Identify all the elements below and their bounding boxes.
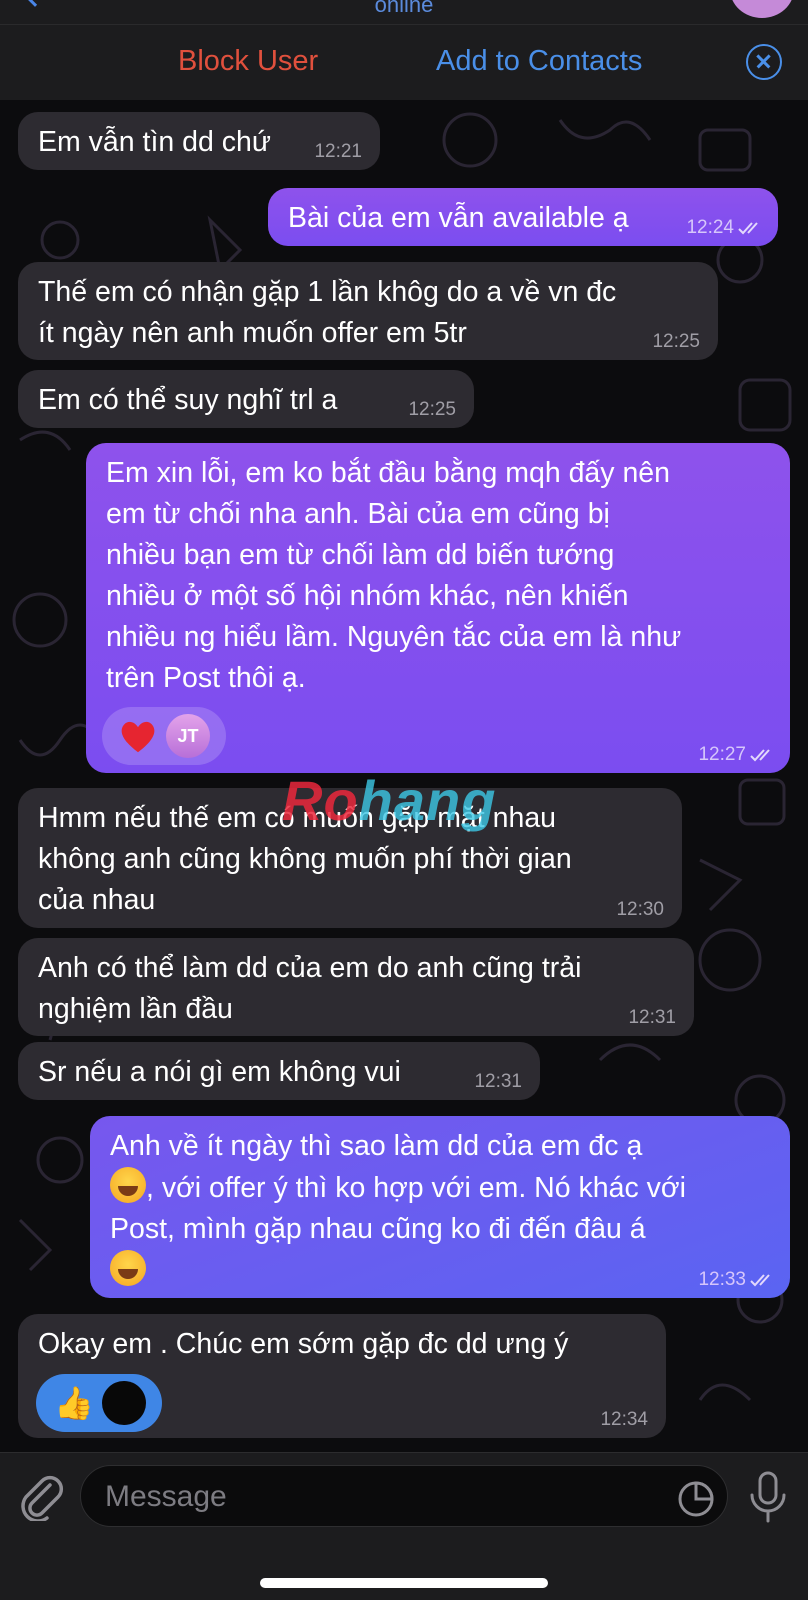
laughing-emoji-icon <box>110 1250 146 1286</box>
message-text: Sr nếu a nói gì em không vui <box>38 1056 401 1088</box>
chat-header: online Block User Add to Contacts <box>0 0 808 100</box>
message-line-with-emoji: , với offer ý thì ko hợp với em. Nó khác… <box>110 1167 770 1209</box>
watermark-part2: hang <box>358 769 497 832</box>
message-time: 12:31 <box>474 1071 522 1092</box>
message-time-value: 12:33 <box>698 1269 746 1290</box>
reaction-chip[interactable]: JT <box>102 707 226 765</box>
message-input[interactable]: Message <box>80 1465 728 1527</box>
home-indicator[interactable] <box>260 1578 548 1588</box>
message-line: của nhau <box>38 884 156 916</box>
message-line: Em xin lỗi, em ko bắt đầu bằng mqh đấy n… <box>106 457 671 489</box>
watermark-logo: Rohang <box>282 768 496 833</box>
message-time-value: 12:24 <box>686 217 734 238</box>
heart-icon <box>121 721 155 753</box>
message-bubble[interactable]: Bài của em vẫn available ạ 12:24 <box>268 188 778 246</box>
paperclip-icon[interactable] <box>18 1471 64 1521</box>
laughing-emoji-icon <box>110 1167 146 1203</box>
message-line: Post, mình gặp nhau cũng ko đi đến đâu á <box>110 1213 646 1245</box>
message-text: Em có thể suy nghĩ trl a <box>38 384 338 416</box>
message-bubble[interactable]: Thế em có nhận gặp 1 lần khôg do a về vn… <box>18 262 718 360</box>
message-time: 12:25 <box>408 399 456 420</box>
message-line: trên Post thôi ạ. <box>106 662 306 694</box>
message-line: Anh về ít ngày thì sao làm dd của em đc … <box>110 1130 643 1162</box>
read-check-icon <box>750 748 774 762</box>
message-text: Okay em . Chúc em sớm gặp đc dd ưng ý <box>38 1328 569 1360</box>
message-line: Anh có thể làm dd của em do anh cũng trả… <box>38 952 582 984</box>
message-text: Em vẫn tìn dd chứ <box>38 126 271 158</box>
message-line: không anh cũng không muốn phí thời gian <box>38 843 572 875</box>
read-check-icon <box>750 1273 774 1287</box>
message-time: 12:31 <box>628 1007 676 1028</box>
message-text: Bài của em vẫn available ạ <box>288 202 629 234</box>
message-bubble[interactable]: Em có thể suy nghĩ trl a 12:25 <box>18 370 474 428</box>
message-line: nhiều ở một số hội nhóm khác, nên khiến <box>106 580 629 612</box>
add-to-contacts-button[interactable]: Add to Contacts <box>436 45 642 78</box>
message-line: ít ngày nên anh muốn offer em 5tr <box>38 317 467 349</box>
reaction-chip[interactable]: 👍 <box>36 1374 162 1432</box>
reactor-avatar: JT <box>166 714 210 758</box>
message-line-emoji <box>110 1250 770 1292</box>
message-bubble[interactable]: Sr nếu a nói gì em không vui 12:31 <box>18 1042 540 1100</box>
message-line: , với offer ý thì ko hợp với em. Nó khác… <box>146 1172 686 1204</box>
read-check-icon <box>738 221 762 235</box>
message-line: nhiều ng hiểu lầm. Nguyên tắc của em là … <box>106 621 682 653</box>
message-time: 12:33 <box>698 1270 774 1290</box>
block-user-button[interactable]: Block User <box>178 45 318 78</box>
contact-status: online <box>374 0 434 17</box>
message-line: nhiều bạn em từ chối làm dd biến tướng <box>106 539 615 571</box>
message-time: 12:27 <box>698 745 774 765</box>
contact-action-bar: Block User Add to Contacts <box>0 24 808 100</box>
reactor-avatar <box>102 1381 146 1425</box>
message-bubble[interactable]: Anh về ít ngày thì sao làm dd của em đc … <box>90 1116 790 1298</box>
message-bubble[interactable]: Em xin lỗi, em ko bắt đầu bằng mqh đấy n… <box>86 443 790 773</box>
thumbs-up-icon: 👍 <box>54 1385 94 1421</box>
message-time: 12:24 <box>686 218 762 238</box>
message-line: em từ chối nha anh. Bài của em cũng bị <box>106 498 610 530</box>
message-bubble[interactable]: Anh có thể làm dd của em do anh cũng trả… <box>18 938 694 1036</box>
message-line: Thế em có nhận gặp 1 lần khôg do a về vn… <box>38 276 617 308</box>
message-time: 12:25 <box>652 331 700 352</box>
microphone-icon[interactable] <box>748 1471 788 1523</box>
message-placeholder: Message <box>105 1480 227 1513</box>
message-time: 12:34 <box>600 1409 648 1430</box>
sticker-icon[interactable] <box>676 1479 716 1519</box>
message-time-value: 12:27 <box>698 744 746 765</box>
message-time: 12:21 <box>314 141 362 162</box>
message-bubble[interactable]: Em vẫn tìn dd chứ 12:21 <box>18 112 380 170</box>
message-line: nghiệm lần đầu <box>38 993 233 1025</box>
watermark-part1: Ro <box>282 769 359 832</box>
close-icon[interactable] <box>746 44 782 80</box>
message-time: 12:30 <box>616 899 664 920</box>
